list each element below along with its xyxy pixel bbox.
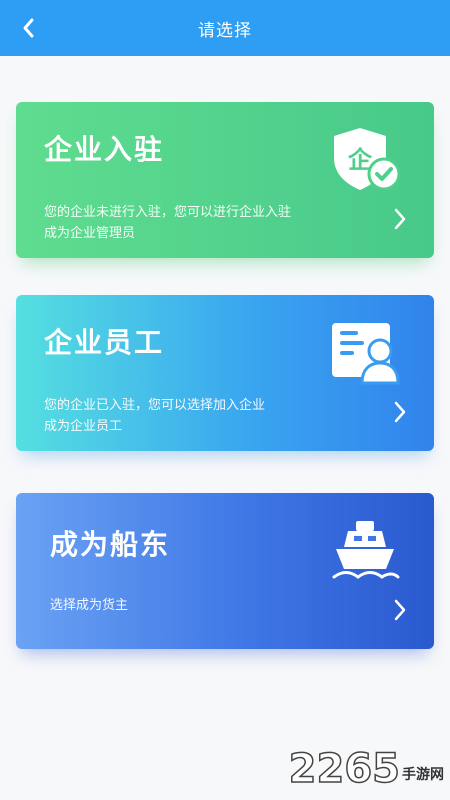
card-desc-line: 选择成为货主 [50, 598, 129, 613]
card-desc-line: 成为企业管理员 [44, 226, 136, 241]
card-desc-line: 您的企业已入驻，您可以选择加入企业 [44, 398, 266, 413]
chevron-right-icon [394, 208, 406, 230]
top-bar: 请选择 [0, 0, 450, 56]
back-arrow-icon [23, 18, 34, 38]
enterprise-register-card[interactable]: 企业入驻 您的企业未进行入驻，您可以进行企业入驻 成为企业管理员 企 [16, 102, 434, 258]
enterprise-employee-card[interactable]: 企业员工 您的企业已入驻，您可以选择加入企业 成为企业员工 [16, 295, 434, 451]
watermark-text: 手游网 [402, 767, 444, 783]
card-desc-line: 成为企业员工 [44, 419, 123, 434]
card-description: 您的企业已入驻，您可以选择加入企业 成为企业员工 [44, 395, 344, 437]
enterprise-shield-check-icon: 企 [334, 128, 401, 191]
card-description: 您的企业未进行入驻，您可以进行企业入驻 成为企业管理员 [44, 202, 344, 244]
site-watermark: 2265 手游网 [288, 745, 444, 793]
card-desc-line: 您的企业未进行入驻，您可以进行企业入驻 [44, 205, 292, 220]
back-button[interactable] [8, 8, 48, 48]
card-title: 企业入驻 [44, 133, 165, 166]
become-shipowner-card[interactable]: 成为船东 选择成为货主 [16, 493, 434, 649]
employee-card-icon [332, 323, 400, 385]
card-title: 成为船东 [50, 528, 171, 561]
chevron-right-icon [394, 599, 406, 621]
card-title: 企业员工 [44, 326, 165, 359]
chevron-right-icon [394, 401, 406, 423]
page-title: 请选择 [198, 20, 252, 41]
watermark-number: 2265 [288, 745, 401, 793]
ship-icon [332, 521, 400, 579]
card-description: 选择成为货主 [50, 595, 350, 616]
